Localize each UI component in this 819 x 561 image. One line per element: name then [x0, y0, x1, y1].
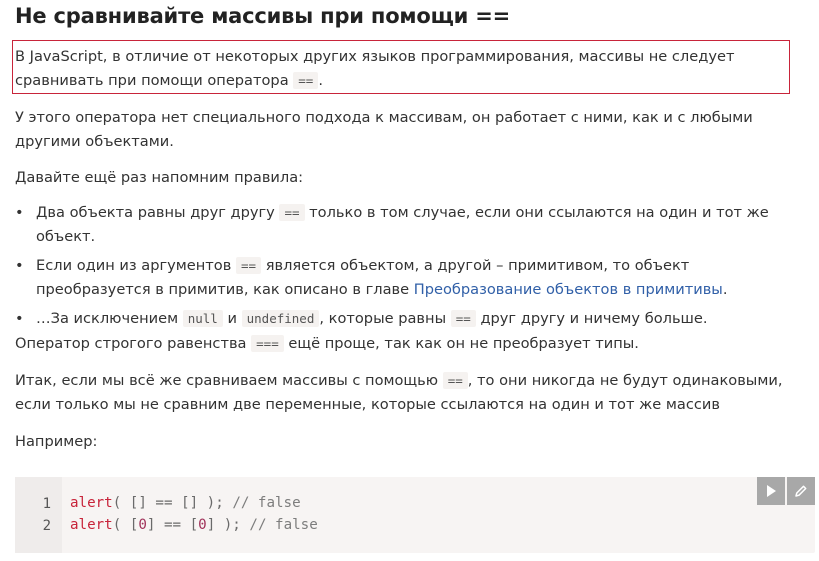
- code-example: 1 2 alert( [] == [] ); // false alert( […: [15, 477, 815, 553]
- inline-code: undefined: [241, 310, 320, 327]
- section-heading: Не сравнивайте массивы при помощи ==: [15, 4, 511, 28]
- paragraph-3: Оператор строгого равенства === ещё прощ…: [15, 335, 639, 352]
- chapter-link[interactable]: Преобразование объектов в примитивы: [414, 281, 723, 298]
- inline-code: ==: [450, 310, 476, 327]
- run-button[interactable]: [757, 477, 785, 505]
- edit-button[interactable]: [787, 477, 815, 505]
- code-line: alert( [] == [] ); // false: [70, 495, 301, 511]
- code-lines: alert( [] == [] ); // false alert( [0] =…: [70, 492, 318, 536]
- inline-code: ==: [279, 204, 305, 221]
- paragraph-4: Итак, если мы всё же сравниваем массивы …: [15, 372, 783, 413]
- highlighted-note: В JavaScript, в отличие от некоторых дру…: [12, 40, 790, 94]
- rules-list: • Два объекта равны друг другу == только…: [15, 201, 805, 336]
- inline-code: null: [182, 310, 223, 327]
- inline-code: ===: [251, 335, 284, 352]
- inline-code: ==: [442, 372, 468, 389]
- bullet-icon: •: [15, 257, 24, 274]
- paragraph-2: Давайте ещё раз напомним правила:: [15, 169, 304, 186]
- list-item: • …За исключением null и undefined, кото…: [15, 307, 805, 331]
- bullet-icon: •: [15, 310, 24, 327]
- line-number-gutter: 1 2: [15, 477, 62, 553]
- code-toolbar: [757, 477, 815, 505]
- paragraph-1: У этого оператора нет специального подхо…: [15, 109, 753, 150]
- inline-code: ==: [235, 257, 262, 274]
- paragraph-5: Например:: [15, 433, 98, 450]
- inline-code: ==: [293, 72, 319, 89]
- bullet-icon: •: [15, 204, 24, 221]
- line-number: 1: [42, 496, 51, 512]
- note-text: В JavaScript, в отличие от некоторых дру…: [15, 48, 735, 89]
- list-item: • Два объекта равны друг другу == только…: [15, 201, 805, 249]
- code-line: alert( [0] == [0] ); // false: [70, 517, 318, 533]
- line-number: 2: [42, 518, 51, 534]
- pencil-icon: [795, 485, 807, 497]
- list-item: • Если один из аргументов == является об…: [15, 254, 805, 302]
- play-icon: [767, 485, 776, 497]
